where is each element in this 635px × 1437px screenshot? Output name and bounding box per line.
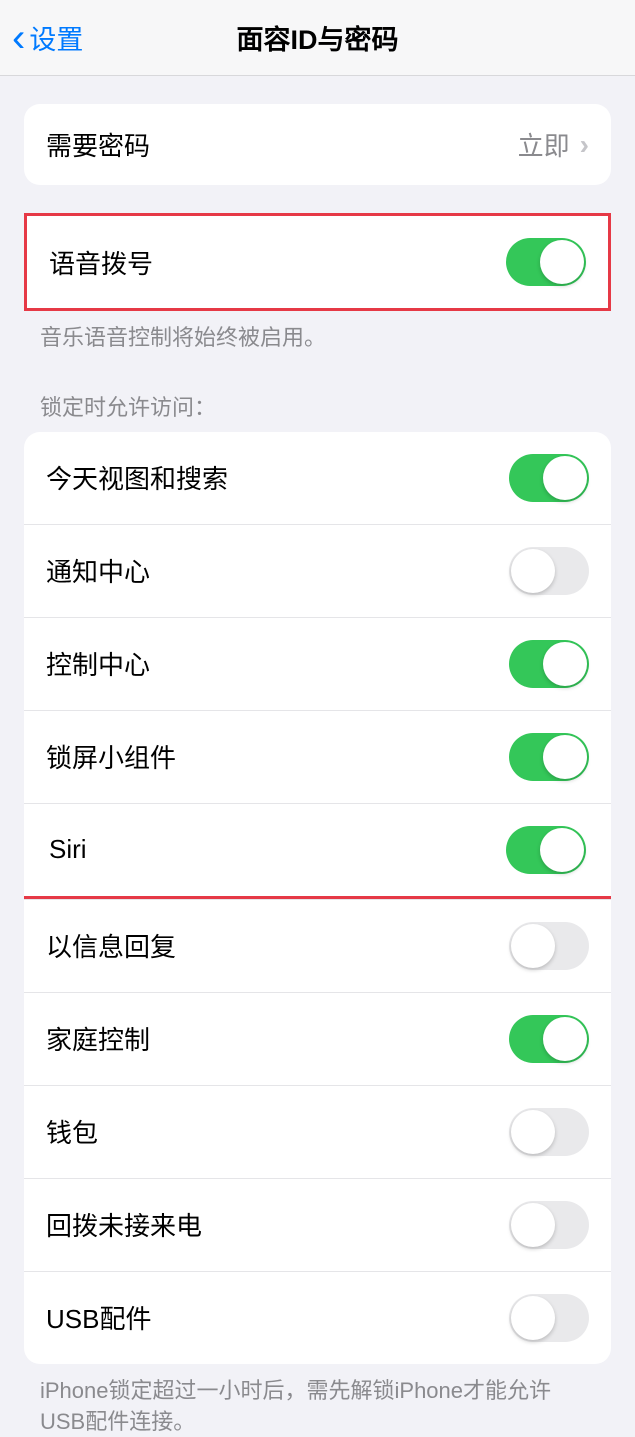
toggle-knob xyxy=(511,924,555,968)
lock-access-toggle[interactable] xyxy=(509,547,589,595)
lock-access-toggle[interactable] xyxy=(509,922,589,970)
lock-access-toggle[interactable] xyxy=(509,640,589,688)
require-passcode-group: 需要密码 立即 › xyxy=(24,104,611,185)
nav-bar: ‹ 设置 面容ID与密码 xyxy=(0,0,635,76)
lock-access-row: 回拨未接来电 xyxy=(24,1178,611,1271)
nav-back-label: 设置 xyxy=(29,18,83,57)
voice-dial-footer: 音乐语音控制将始终被启用。 xyxy=(0,311,635,354)
toggle-knob xyxy=(543,456,587,500)
lock-access-label: 今天视图和搜索 xyxy=(46,459,228,496)
lock-access-label: 家庭控制 xyxy=(46,1020,150,1057)
toggle-knob xyxy=(540,828,584,872)
lock-access-label: USB配件 xyxy=(46,1299,151,1336)
voice-dial-group: 语音拨号 xyxy=(24,213,611,311)
toggle-knob xyxy=(543,735,587,779)
toggle-knob xyxy=(511,1203,555,1247)
toggle-knob xyxy=(543,1017,587,1061)
lock-access-label: 锁屏小组件 xyxy=(46,738,176,775)
require-passcode-value: 立即 xyxy=(518,126,570,163)
voice-dial-row: 语音拨号 xyxy=(27,216,608,308)
lock-access-label: 回拨未接来电 xyxy=(46,1206,202,1243)
lock-access-toggle[interactable] xyxy=(509,1108,589,1156)
nav-back-button[interactable]: ‹ 设置 xyxy=(0,18,83,58)
chevron-left-icon: ‹ xyxy=(12,18,25,58)
toggle-knob xyxy=(511,1296,555,1340)
lock-access-row: 控制中心 xyxy=(24,617,611,710)
lock-access-toggle[interactable] xyxy=(506,826,586,874)
lock-access-group: 今天视图和搜索通知中心控制中心锁屏小组件 Siri 以信息回复家庭控制钱包回拨未接来… xyxy=(24,432,611,1364)
usb-footer: iPhone锁定超过一小时后，需先解锁iPhone才能允许USB配件连接。 xyxy=(0,1364,635,1437)
lock-access-row: 以信息回复 xyxy=(24,899,611,992)
toggle-knob xyxy=(540,240,584,284)
lock-access-label: 以信息回复 xyxy=(46,927,176,964)
toggle-knob xyxy=(511,1110,555,1154)
lock-access-toggle[interactable] xyxy=(509,1015,589,1063)
voice-dial-label: 语音拨号 xyxy=(49,244,153,281)
toggle-knob xyxy=(543,642,587,686)
lock-access-label: 通知中心 xyxy=(46,552,150,589)
toggle-knob xyxy=(511,549,555,593)
lock-access-row: 今天视图和搜索 xyxy=(24,432,611,524)
lock-access-row: 锁屏小组件 xyxy=(24,710,611,803)
lock-access-toggle[interactable] xyxy=(509,1201,589,1249)
voice-dial-toggle[interactable] xyxy=(506,238,586,286)
lock-access-row: 钱包 xyxy=(24,1085,611,1178)
lock-access-row: 通知中心 xyxy=(24,524,611,617)
lock-access-row: Siri xyxy=(24,803,611,899)
lock-access-toggle[interactable] xyxy=(509,733,589,781)
require-passcode-label: 需要密码 xyxy=(46,126,150,163)
lock-access-toggle[interactable] xyxy=(509,454,589,502)
content: 需要密码 立即 › 语音拨号 音乐语音控制将始终被启用。 锁定时允许访问： 今天… xyxy=(0,104,635,1437)
require-passcode-value-area: 立即 › xyxy=(518,126,589,163)
chevron-right-icon: › xyxy=(580,129,589,161)
require-passcode-row[interactable]: 需要密码 立即 › xyxy=(24,104,611,185)
lock-access-toggle[interactable] xyxy=(509,1294,589,1342)
lock-access-label: 钱包 xyxy=(46,1113,98,1150)
page-title: 面容ID与密码 xyxy=(237,18,399,57)
lock-access-header: 锁定时允许访问： xyxy=(0,382,635,432)
lock-access-label: 控制中心 xyxy=(46,645,150,682)
lock-access-row: USB配件 xyxy=(24,1271,611,1364)
lock-access-row: 家庭控制 xyxy=(24,992,611,1085)
lock-access-label: Siri xyxy=(49,834,87,865)
